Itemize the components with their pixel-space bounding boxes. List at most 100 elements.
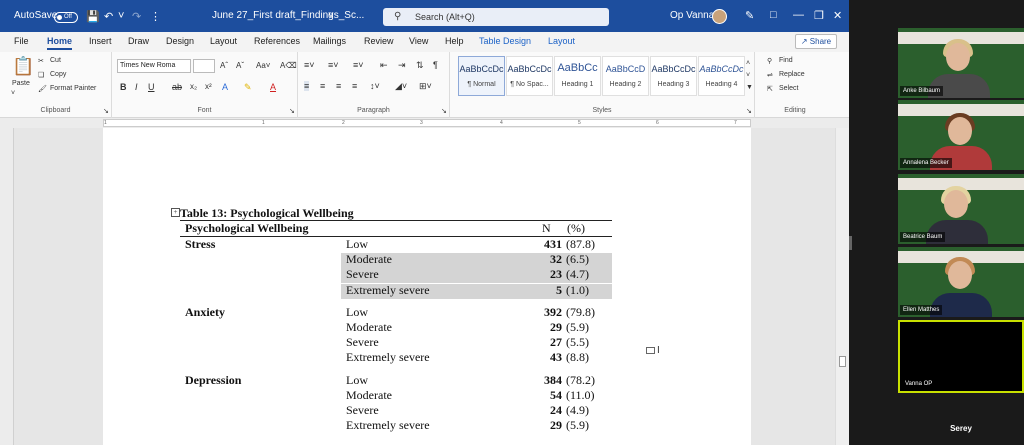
format-painter-button[interactable]: Format Painter	[50, 85, 96, 92]
replace-button[interactable]: Replace	[779, 71, 805, 78]
count-value: 43	[550, 350, 562, 365]
show-marks-icon[interactable]: ¶	[433, 60, 438, 70]
justify-icon[interactable]: ≡	[352, 81, 357, 91]
style-heading-1[interactable]: AaBbCc Heading 1	[554, 56, 601, 96]
paste-dropdown-icon[interactable]: ˅	[11, 90, 15, 97]
horizontal-ruler[interactable]: 1 1 2 3 4 5 6 7	[0, 118, 849, 128]
table-move-handle-icon[interactable]: +	[171, 208, 180, 217]
paste-button[interactable]: Paste	[12, 80, 30, 87]
close-icon[interactable]: ✕	[833, 9, 842, 22]
customize-toolbar-icon[interactable]: ⋮	[150, 10, 161, 23]
styles-launcher-icon[interactable]: ↘	[746, 107, 752, 115]
change-case-icon[interactable]: Aa˅	[256, 61, 270, 70]
multilevel-list-icon[interactable]: ≡˅	[353, 60, 364, 70]
styles-scroll-up-icon[interactable]: ˄	[746, 60, 750, 67]
vertical-ruler[interactable]	[0, 128, 14, 445]
sort-icon[interactable]: ⇅	[416, 60, 424, 71]
undo-icon[interactable]: ↶	[104, 10, 113, 23]
format-painter-icon: 🖌	[38, 86, 47, 93]
styles-more-icon[interactable]: ▼	[746, 84, 753, 91]
tab-references[interactable]: References	[254, 36, 300, 46]
count-value: 23	[550, 267, 562, 282]
align-center-icon[interactable]: ≡	[320, 81, 325, 91]
panel-splitter[interactable]	[849, 236, 852, 250]
designer-icon[interactable]: ✎	[745, 9, 754, 22]
document-title[interactable]: June 27_First draft_Findings_Sc...	[212, 10, 364, 21]
style-heading-2[interactable]: AaBbCcD Heading 2	[602, 56, 649, 96]
tab-table-design[interactable]: Table Design	[479, 36, 531, 46]
underline-icon[interactable]: U	[148, 82, 155, 92]
tab-review[interactable]: Review	[364, 36, 394, 46]
italic-icon[interactable]: I	[135, 82, 138, 92]
participant-tile[interactable]: Beatrice Baum	[898, 174, 1024, 244]
shading-icon[interactable]: ◢˅	[395, 81, 407, 92]
font-color-icon[interactable]: A	[270, 82, 276, 92]
vertical-scrollbar[interactable]	[835, 128, 849, 445]
share-button[interactable]: ↗ Share	[795, 34, 837, 49]
save-icon[interactable]: 💾	[86, 10, 100, 23]
style-heading-4[interactable]: AaBbCcDc Heading 4	[698, 56, 745, 96]
autosave-toggle[interactable]: Off	[54, 12, 78, 23]
redo-icon[interactable]: ↷	[132, 10, 141, 23]
copy-button[interactable]: Copy	[50, 71, 66, 78]
minimize-icon[interactable]: —	[793, 9, 804, 21]
shrink-font-icon[interactable]: Aˇ	[236, 61, 244, 70]
style-preview: AaBbCcDc	[459, 64, 504, 74]
tab-file[interactable]: File	[14, 36, 29, 46]
tab-draw[interactable]: Draw	[128, 36, 149, 46]
tab-home[interactable]: Home	[47, 36, 73, 50]
style-no-spacing[interactable]: AaBbCcDc ¶ No Spac...	[506, 56, 553, 96]
tab-table-layout[interactable]: Layout	[548, 36, 575, 46]
font-size-input[interactable]	[193, 59, 215, 73]
tab-view[interactable]: View	[409, 36, 428, 46]
style-heading-3[interactable]: AaBbCcDc Heading 3	[650, 56, 697, 96]
restore-icon[interactable]: ❐	[814, 9, 824, 22]
active-speaker-tile[interactable]: Vanna OP	[898, 320, 1024, 393]
clear-formatting-icon[interactable]: A⌫	[280, 61, 297, 70]
borders-icon[interactable]: ⊞˅	[419, 81, 432, 92]
paste-icon[interactable]: 📋	[12, 56, 34, 77]
ribbon-display-icon[interactable]: □	[770, 9, 777, 21]
search-box[interactable]: ⚲ Search (Alt+Q)	[383, 8, 609, 26]
tab-mailings[interactable]: Mailings	[313, 36, 346, 46]
user-name[interactable]: Op Vanna	[670, 10, 714, 21]
participant-tile[interactable]: Annalena Becker	[898, 100, 1024, 170]
style-normal[interactable]: AaBbCcDc ¶ Normal	[458, 56, 505, 96]
bold-icon[interactable]: B	[120, 82, 127, 92]
tab-layout[interactable]: Layout	[210, 36, 237, 46]
bullets-icon[interactable]: ≡˅	[304, 60, 315, 70]
font-launcher-icon[interactable]: ↘	[289, 107, 295, 115]
count-value: 32	[550, 252, 562, 267]
paragraph-launcher-icon[interactable]: ↘	[441, 107, 447, 115]
decrease-indent-icon[interactable]: ⇤	[380, 60, 388, 71]
superscript-icon[interactable]: x²	[205, 82, 212, 91]
count-value: 54	[550, 387, 562, 402]
highlight-icon[interactable]: ✎	[244, 82, 252, 93]
participant-tile[interactable]: Ellen Matthes	[898, 247, 1024, 317]
tab-insert[interactable]: Insert	[89, 36, 112, 46]
scrollbar-thumb[interactable]	[839, 356, 846, 367]
font-name-input[interactable]: Times New Roma	[117, 59, 191, 73]
strikethrough-icon[interactable]: ab	[172, 82, 182, 92]
align-left-icon[interactable]: ≡	[304, 81, 310, 91]
align-right-icon[interactable]: ≡	[336, 81, 341, 91]
subscript-icon[interactable]: x₂	[190, 82, 197, 91]
style-name: Heading 1	[561, 81, 594, 88]
title-dropdown-icon[interactable]: ˅	[328, 10, 334, 21]
line-spacing-icon[interactable]: ↕˅	[370, 81, 380, 91]
increase-indent-icon[interactable]: ⇥	[398, 60, 406, 71]
tab-help[interactable]: Help	[445, 36, 464, 46]
count-value: 384	[544, 372, 562, 387]
text-effects-icon[interactable]: A	[222, 82, 228, 92]
clipboard-launcher-icon[interactable]: ↘	[103, 107, 109, 115]
find-button[interactable]: Find	[779, 57, 793, 64]
undo-dropdown-icon[interactable]: ˅	[118, 10, 124, 22]
grow-font-icon[interactable]: Aˆ	[220, 61, 228, 70]
styles-scroll-down-icon[interactable]: ˅	[746, 72, 750, 79]
tab-design[interactable]: Design	[166, 36, 194, 46]
user-avatar[interactable]	[712, 9, 727, 24]
numbering-icon[interactable]: ≡˅	[328, 60, 339, 70]
cut-button[interactable]: Cut	[50, 57, 61, 64]
participant-tile[interactable]: Anke Bilbaum	[898, 28, 1024, 98]
select-button[interactable]: Select	[779, 85, 798, 92]
